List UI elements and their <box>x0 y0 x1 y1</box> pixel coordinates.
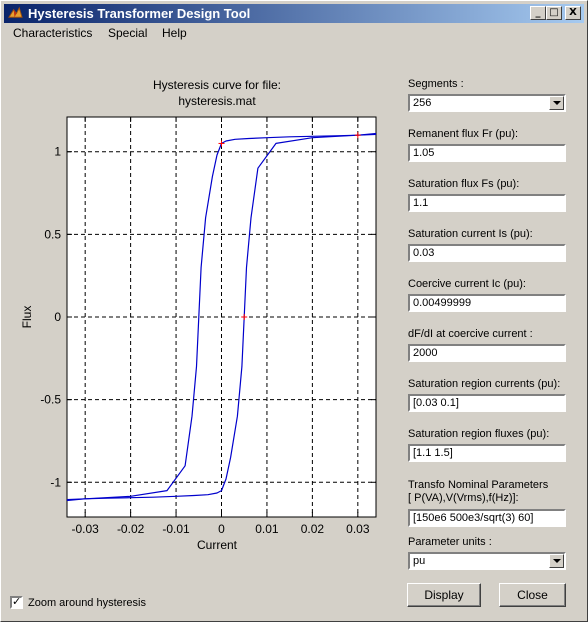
segments-value: 256 <box>413 97 432 109</box>
x-tick-label: -0.02 <box>117 522 145 536</box>
x-axis-label: Current <box>197 538 238 552</box>
menu-characteristics[interactable]: Characteristics <box>13 25 92 41</box>
close-window-button[interactable]: X <box>565 6 581 20</box>
y-tick-label: 1 <box>54 145 61 159</box>
x-tick-label: -0.01 <box>162 522 190 536</box>
nominal-params-input[interactable]: [150e6 500e3/sqrt(3) 60] <box>408 509 566 527</box>
dfdi-label: dF/dI at coercive current : <box>408 328 533 340</box>
nominal-params-label-1: Transfo Nominal Parameters <box>408 479 549 491</box>
plot-title-line-2: hysteresis.mat <box>178 94 256 108</box>
menu-help[interactable]: Help <box>162 25 187 41</box>
maximize-button[interactable]: □ <box>546 6 562 20</box>
coercive-current-label: Coercive current Ic (pu): <box>408 278 526 290</box>
zoom-checkbox-label[interactable]: Zoom around hysteresis <box>28 596 146 610</box>
window-title: Hysteresis Transformer Design Tool <box>28 6 251 21</box>
dfdi-input[interactable]: 2000 <box>408 344 566 362</box>
checkmark-icon: ✓ <box>12 595 22 608</box>
coercive-current-input[interactable]: 0.00499999 <box>408 294 566 312</box>
x-tick-label: 0.01 <box>255 522 279 536</box>
x-tick-label: 0 <box>218 522 225 536</box>
x-tick-label: 0.02 <box>301 522 325 536</box>
saturation-current-input[interactable]: 0.03 <box>408 244 566 262</box>
y-tick-label: -1 <box>50 475 61 489</box>
menu-special[interactable]: Special <box>108 25 147 41</box>
y-axis-label: Flux <box>20 306 34 329</box>
nominal-params-label-2: [ P(VA),V(Vrms),f(Hz)]: <box>408 492 519 504</box>
zoom-checkbox[interactable]: ✓ <box>10 595 23 609</box>
y-tick-label: -0.5 <box>40 393 61 407</box>
x-tick-label: -0.03 <box>71 522 99 536</box>
saturation-current-label: Saturation current Is (pu): <box>408 228 533 240</box>
saturation-flux-label: Saturation flux Fs (pu): <box>408 178 520 190</box>
chevron-down-icon[interactable] <box>549 554 564 568</box>
plot-title-line-1: Hysteresis curve for file: <box>153 78 281 92</box>
x-tick-label: 0.03 <box>346 522 370 536</box>
y-tick-label: 0 <box>54 310 61 324</box>
hysteresis-plot[interactable]: Hysteresis curve for file: hysteresis.ma… <box>1 71 391 561</box>
parameter-units-label: Parameter units : <box>408 536 492 548</box>
chevron-down-icon[interactable] <box>549 96 564 110</box>
saturation-region-fluxes-label: Saturation region fluxes (pu): <box>408 428 550 440</box>
segments-label: Segments : <box>408 78 464 90</box>
title-bar[interactable]: Hysteresis Transformer Design Tool _ □ X <box>4 4 584 23</box>
remanent-flux-label: Remanent flux Fr (pu): <box>408 128 519 140</box>
close-button[interactable]: Close <box>499 583 566 607</box>
saturation-region-fluxes-input[interactable]: [1.1 1.5] <box>408 444 566 462</box>
saturation-region-currents-input[interactable]: [0.03 0.1] <box>408 394 566 412</box>
main-window: Hysteresis Transformer Design Tool _ □ X… <box>0 0 588 622</box>
saturation-flux-input[interactable]: 1.1 <box>408 194 566 212</box>
parameter-units-value: pu <box>413 555 426 567</box>
menu-bar: Characteristics Special Help <box>4 24 584 42</box>
minimize-button[interactable]: _ <box>530 6 546 20</box>
saturation-region-currents-label: Saturation region currents (pu): <box>408 378 561 390</box>
display-button[interactable]: Display <box>407 583 481 607</box>
y-tick-label: 0.5 <box>44 227 61 241</box>
parameter-units-dropdown[interactable]: pu <box>408 552 566 570</box>
segments-dropdown[interactable]: 256 <box>408 94 566 112</box>
matlab-icon <box>8 6 23 18</box>
remanent-flux-input[interactable]: 1.05 <box>408 144 566 162</box>
